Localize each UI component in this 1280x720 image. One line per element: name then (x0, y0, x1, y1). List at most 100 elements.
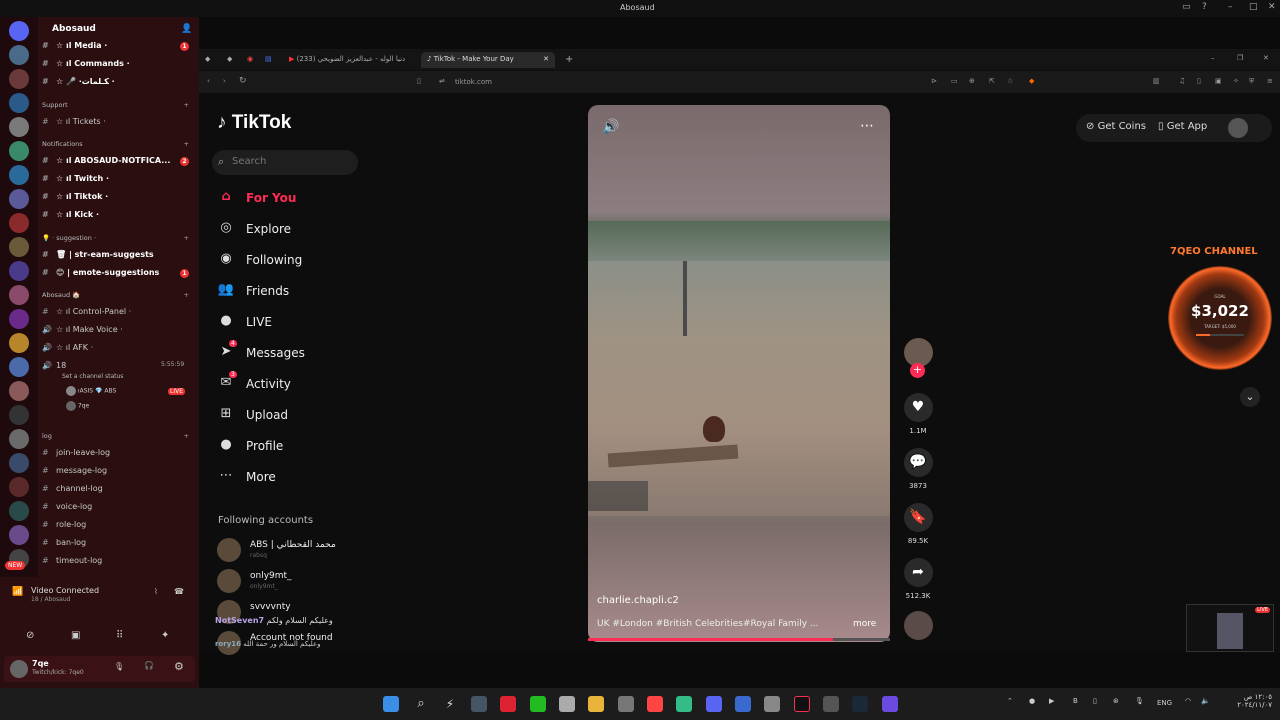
soundboard-icon[interactable]: ✦ (161, 630, 169, 641)
comment-button[interactable]: 💬 3873 (903, 448, 933, 490)
tiktok-app-icon[interactable] (794, 696, 810, 712)
server-icon[interactable] (9, 189, 29, 209)
channel-category[interactable]: Support + (42, 101, 197, 115)
app-icon[interactable] (618, 696, 634, 712)
text-channel[interactable]: # ☆ ıl Kick · (42, 210, 197, 224)
reload-icon[interactable]: ↻ (239, 76, 247, 86)
page-icon[interactable]: ▤ (265, 55, 272, 63)
browser-menu-icon[interactable]: ◆ (205, 55, 210, 63)
nav-item-friends[interactable]: 👥 Friends (217, 281, 397, 303)
channel-category[interactable]: 💡 · suggestion · + (42, 234, 197, 248)
app-icon[interactable] (882, 696, 898, 712)
minimize-icon[interactable]: – (1228, 2, 1233, 12)
app-icon[interactable] (823, 696, 839, 712)
server-icon[interactable] (9, 141, 29, 161)
profile-avatar[interactable] (1228, 118, 1248, 138)
video-author[interactable]: charlie.chapli.c2 (597, 595, 679, 606)
settings-gear-icon[interactable]: ⚙ (174, 660, 184, 673)
nav-item-profile[interactable]: ● Profile (217, 436, 397, 458)
text-channel[interactable]: # join-leave-log (42, 448, 197, 462)
search-icon[interactable]: ⌕ (413, 696, 429, 712)
tray-app-icon[interactable]: ▶ (1049, 697, 1054, 705)
cast-icon[interactable]: ⊳ (931, 77, 937, 85)
reader-icon[interactable]: ▯ (1197, 77, 1201, 85)
record-icon[interactable]: ◉ (247, 55, 253, 63)
text-channel[interactable]: # ☆ ıl ABOSAUD-NOTFICA... 2 (42, 156, 197, 170)
discord-home-icon[interactable] (9, 21, 29, 41)
activities-icon[interactable]: ⠿ (116, 630, 123, 641)
like-button[interactable]: ♥ 1.1M (903, 393, 933, 435)
add-channel-icon[interactable]: + (184, 101, 189, 109)
text-channel[interactable]: # timeout-log (42, 556, 197, 570)
ai-icon[interactable]: ✧ (1233, 77, 1239, 85)
server-icon[interactable] (9, 501, 29, 521)
text-channel[interactable]: # ☆ ıl Media · 1 (42, 41, 197, 55)
get-coins-button[interactable]: ⊘ Get Coins (1086, 121, 1146, 132)
server-icon[interactable] (9, 405, 29, 425)
share-icon[interactable]: ⇱ (989, 77, 995, 85)
volume-icon[interactable]: 🔊 (602, 119, 619, 135)
nav-item-explore[interactable]: ◎ Explore (217, 219, 397, 241)
start-icon[interactable] (383, 696, 399, 712)
server-icon[interactable] (9, 381, 29, 401)
server-icon[interactable] (9, 45, 29, 65)
app-icon[interactable] (764, 696, 780, 712)
voice-channel[interactable]: 🔊 ☆ ıl AFK · (42, 343, 197, 357)
user-avatar[interactable] (10, 660, 28, 678)
voice-user[interactable]: 7qe (66, 401, 89, 411)
save-button[interactable]: 🔖 89.5K (903, 503, 933, 545)
text-channel[interactable]: # ☆ ıl Control-Panel · (42, 307, 197, 321)
vpn-icon[interactable]: ⛨ (1249, 77, 1254, 86)
text-channel[interactable]: # ☆ ıl Tickets · (42, 117, 197, 131)
tray-expand-icon[interactable]: ⌃ (1007, 697, 1013, 705)
more-options-icon[interactable]: ⋯ (860, 118, 874, 134)
widgets-icon[interactable]: ⚡ (442, 696, 458, 712)
zoom-icon[interactable]: ⊕ (969, 77, 975, 85)
channel-category[interactable]: Abosaud 🏠 + (42, 291, 197, 305)
app-icon[interactable] (559, 696, 575, 712)
text-channel[interactable]: # ban-log (42, 538, 197, 552)
new-tab-icon[interactable]: + (565, 54, 573, 65)
app-icon[interactable] (530, 696, 546, 712)
text-channel[interactable]: # ☆ ıl Twitch · (42, 174, 197, 188)
screen-share-icon[interactable]: ▣ (71, 630, 80, 641)
server-icon[interactable] (9, 429, 29, 449)
camera-off-icon[interactable]: ⊘ (26, 630, 34, 641)
settings-icon[interactable] (471, 696, 487, 712)
server-icon[interactable] (9, 477, 29, 497)
extension-icon[interactable]: ◆ (227, 55, 232, 63)
microphone-icon[interactable]: 🎙 (114, 662, 124, 671)
brave-icon[interactable] (647, 696, 663, 712)
voice-user[interactable]: ıASIS 💎 ABS (66, 386, 116, 396)
close-tab-icon[interactable]: ✕ (543, 55, 549, 63)
bookmark-icon[interactable]: ▯ (417, 77, 421, 85)
server-icon[interactable] (9, 213, 29, 233)
text-channel[interactable]: # ☆ ıl Commands · (42, 59, 197, 73)
nav-item-following[interactable]: ◉ Following (217, 250, 397, 272)
volume-icon[interactable]: 🔈 (1201, 697, 1210, 705)
server-icon[interactable] (9, 285, 29, 305)
site-info-icon[interactable]: ⇌ (439, 77, 445, 85)
server-icon[interactable] (9, 453, 29, 473)
text-channel[interactable]: # ☆ 🎤 ·ﮑـﻠﻤﺎﺕ · (42, 77, 197, 91)
tray-mic-icon[interactable]: 🎙 (1135, 697, 1144, 705)
bookmark-star-icon[interactable]: ☆ (1007, 77, 1013, 85)
close-window-icon[interactable]: ✕ (1263, 54, 1269, 62)
nav-item-live[interactable]: ● LIVE (217, 312, 397, 334)
add-channel-icon[interactable]: + (184, 291, 189, 299)
nav-item-more[interactable]: ⋯ More (217, 467, 397, 489)
music-icon[interactable]: ♫ (1179, 77, 1185, 85)
text-channel[interactable]: # message-log (42, 466, 197, 480)
server-icon[interactable] (9, 93, 29, 113)
text-channel[interactable]: # 😊 | emote-suggestions 1 (42, 268, 197, 282)
help-icon[interactable]: ? (1202, 2, 1207, 12)
add-channel-icon[interactable]: + (184, 140, 189, 148)
forward-icon[interactable]: › (223, 77, 226, 85)
app-icon[interactable] (735, 696, 751, 712)
monitor-icon[interactable]: ▭ (1182, 2, 1191, 12)
app-icon[interactable] (500, 696, 516, 712)
steam-icon[interactable] (852, 696, 868, 712)
text-channel[interactable]: # voice-log (42, 502, 197, 516)
tiktok-logo[interactable]: ♪ TikTok (217, 112, 291, 134)
sidebar-icon[interactable]: ▥ (1153, 77, 1160, 85)
